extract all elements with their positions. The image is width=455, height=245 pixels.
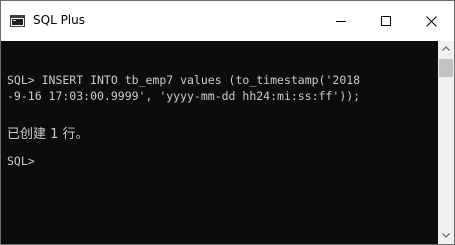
- console-line-insert-continuation: -9-16 17:03:00.9999', 'yyyy-mm-dd hh24:m…: [7, 89, 361, 103]
- close-icon: [426, 16, 437, 27]
- console-window-icon: [10, 15, 25, 27]
- maximize-button[interactable]: [364, 1, 409, 41]
- console-line-insert-statement: SQL> INSERT INTO tb_emp7 values (to_time…: [7, 73, 361, 87]
- console-prompt: SQL>: [7, 154, 35, 168]
- scroll-up-button[interactable]: [438, 41, 454, 57]
- scroll-down-button[interactable]: [438, 228, 454, 244]
- scroll-down-arrow-icon: [442, 233, 450, 238]
- maximize-icon: [381, 16, 391, 26]
- minimize-icon: [336, 21, 346, 22]
- scroll-up-arrow-icon: [442, 46, 450, 51]
- title-bar[interactable]: SQL Plus: [1, 1, 454, 41]
- console-output[interactable]: SQL> INSERT INTO tb_emp7 values (to_time…: [1, 41, 438, 244]
- scrollbar-thumb[interactable]: [439, 59, 453, 77]
- close-button[interactable]: [409, 1, 454, 41]
- vertical-scrollbar[interactable]: [438, 41, 454, 244]
- sqlplus-window: SQL Plus SQL> INSERT INTO tb_emp7 values…: [0, 0, 455, 245]
- minimize-button[interactable]: [319, 1, 364, 41]
- window-title: SQL Plus: [33, 13, 85, 27]
- console-line-result: 已创建 1 行。: [7, 127, 89, 142]
